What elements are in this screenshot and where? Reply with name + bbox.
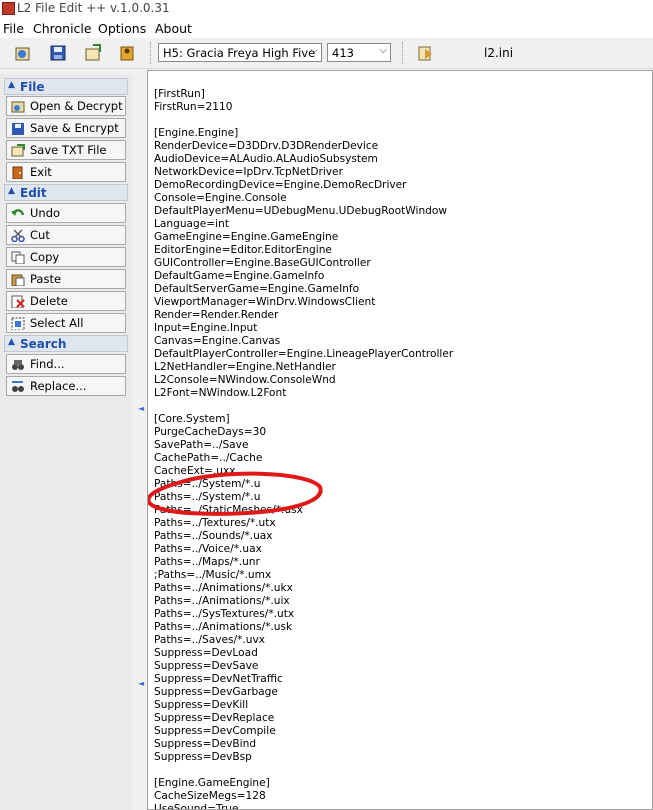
save-encrypt-button[interactable]: Save & Encrypt xyxy=(6,118,126,138)
sidebar-section-file[interactable]: ▲ File xyxy=(4,78,128,95)
undo-button[interactable]: Undo xyxy=(6,203,126,223)
exit-button[interactable]: Exit xyxy=(6,162,126,182)
menu-options[interactable]: Options xyxy=(98,21,146,36)
collapse-chevron-icon: ▲ xyxy=(8,80,15,90)
open-file-icon xyxy=(15,47,30,61)
toolbar-separator xyxy=(150,42,151,64)
select-all-icon xyxy=(11,317,25,330)
paste-button[interactable]: Paste xyxy=(6,269,126,289)
copy-button[interactable]: Copy xyxy=(6,247,126,267)
splitter-arrow-icon: ◄ xyxy=(138,404,145,413)
button-label: Delete xyxy=(30,294,68,308)
text-editor[interactable]: [FirstRun] FirstRun=2110 [Engine.Engine] Re… xyxy=(147,70,653,810)
delete-button[interactable]: Delete xyxy=(6,291,126,311)
button-label: Undo xyxy=(30,206,61,220)
button-label: Paste xyxy=(30,272,62,286)
menu-file[interactable]: File xyxy=(3,21,24,36)
button-label: Copy xyxy=(30,250,60,264)
file-document-icon xyxy=(418,46,432,61)
undo-arrow-icon xyxy=(11,209,25,216)
save-text-icon xyxy=(85,44,101,61)
save-toolbar-button[interactable] xyxy=(47,42,69,64)
title-bar: L2 File Edit ++ v.1.0.0.31 xyxy=(0,0,653,18)
button-label: Open & Decrypt xyxy=(30,99,123,113)
exit-door-icon xyxy=(12,166,23,179)
button-label: Save TXT File xyxy=(30,143,107,157)
copy-icon xyxy=(11,251,25,264)
menu-chronicle[interactable]: Chronicle xyxy=(33,21,92,36)
red-annotation-circle xyxy=(148,471,323,516)
chronicle-select[interactable]: H5: Gracia Freya High Five ⌵ xyxy=(158,43,322,62)
find-button[interactable]: Find... xyxy=(6,354,126,374)
collapse-chevron-icon: ▲ xyxy=(8,337,15,347)
open-toolbar-button[interactable] xyxy=(12,42,34,64)
toolbar-separator xyxy=(402,42,403,64)
sidebar-section-title: File xyxy=(20,80,45,94)
scissors-icon xyxy=(11,229,25,242)
save-disk-icon xyxy=(50,45,66,61)
save-disk-icon xyxy=(12,123,24,135)
chevron-down-icon: ⌵ xyxy=(379,45,387,56)
save-text-icon xyxy=(11,144,25,157)
current-filename: l2.ini xyxy=(484,46,514,60)
exit-toolbar-button[interactable] xyxy=(116,42,138,64)
collapse-chevron-icon: ▲ xyxy=(8,186,15,196)
button-label: Save & Encrypt xyxy=(30,121,119,135)
button-label: Exit xyxy=(30,165,52,179)
button-label: Find... xyxy=(30,357,65,371)
open-decrypt-button[interactable]: Open & Decrypt xyxy=(6,96,126,116)
window-title: L2 File Edit ++ v.1.0.0.31 xyxy=(17,1,170,15)
replace-icon xyxy=(12,381,24,392)
protocol-select-value: 413 xyxy=(332,46,354,60)
sidebar-section-search[interactable]: ▲ Search xyxy=(4,335,128,352)
app-icon xyxy=(2,2,15,15)
sidebar-section-edit[interactable]: ▲ Edit xyxy=(4,184,128,201)
chevron-down-icon: ⌵ xyxy=(310,45,318,56)
sidebar-section-title: Edit xyxy=(20,186,47,200)
sidebar-section-title: Search xyxy=(20,337,67,351)
protocol-select[interactable]: 413 ⌵ xyxy=(327,43,391,62)
open-file-icon xyxy=(11,101,25,113)
save-txt-file-button[interactable]: Save TXT File xyxy=(6,140,126,160)
button-label: Replace... xyxy=(30,379,87,393)
chronicle-select-value: H5: Gracia Freya High Five xyxy=(163,46,316,60)
splitter-handle[interactable]: ◄ ◄ xyxy=(138,74,144,810)
delete-icon xyxy=(11,295,25,308)
paste-clipboard-icon xyxy=(11,274,25,286)
splitter-arrow-icon: ◄ xyxy=(138,679,145,688)
cut-button[interactable]: Cut xyxy=(6,225,126,245)
select-all-button[interactable]: Select All xyxy=(6,313,126,333)
menu-bar: File Chronicle Options About xyxy=(0,18,653,38)
exit-icon xyxy=(120,46,134,61)
menu-about[interactable]: About xyxy=(155,21,192,36)
button-label: Select All xyxy=(30,316,84,330)
save-txt-toolbar-button[interactable] xyxy=(82,42,104,64)
replace-button[interactable]: Replace... xyxy=(6,376,126,396)
binoculars-icon xyxy=(12,360,24,370)
button-label: Cut xyxy=(30,228,50,242)
toolbar: H5: Gracia Freya High Five ⌵ 413 ⌵ l2.in… xyxy=(0,38,653,69)
